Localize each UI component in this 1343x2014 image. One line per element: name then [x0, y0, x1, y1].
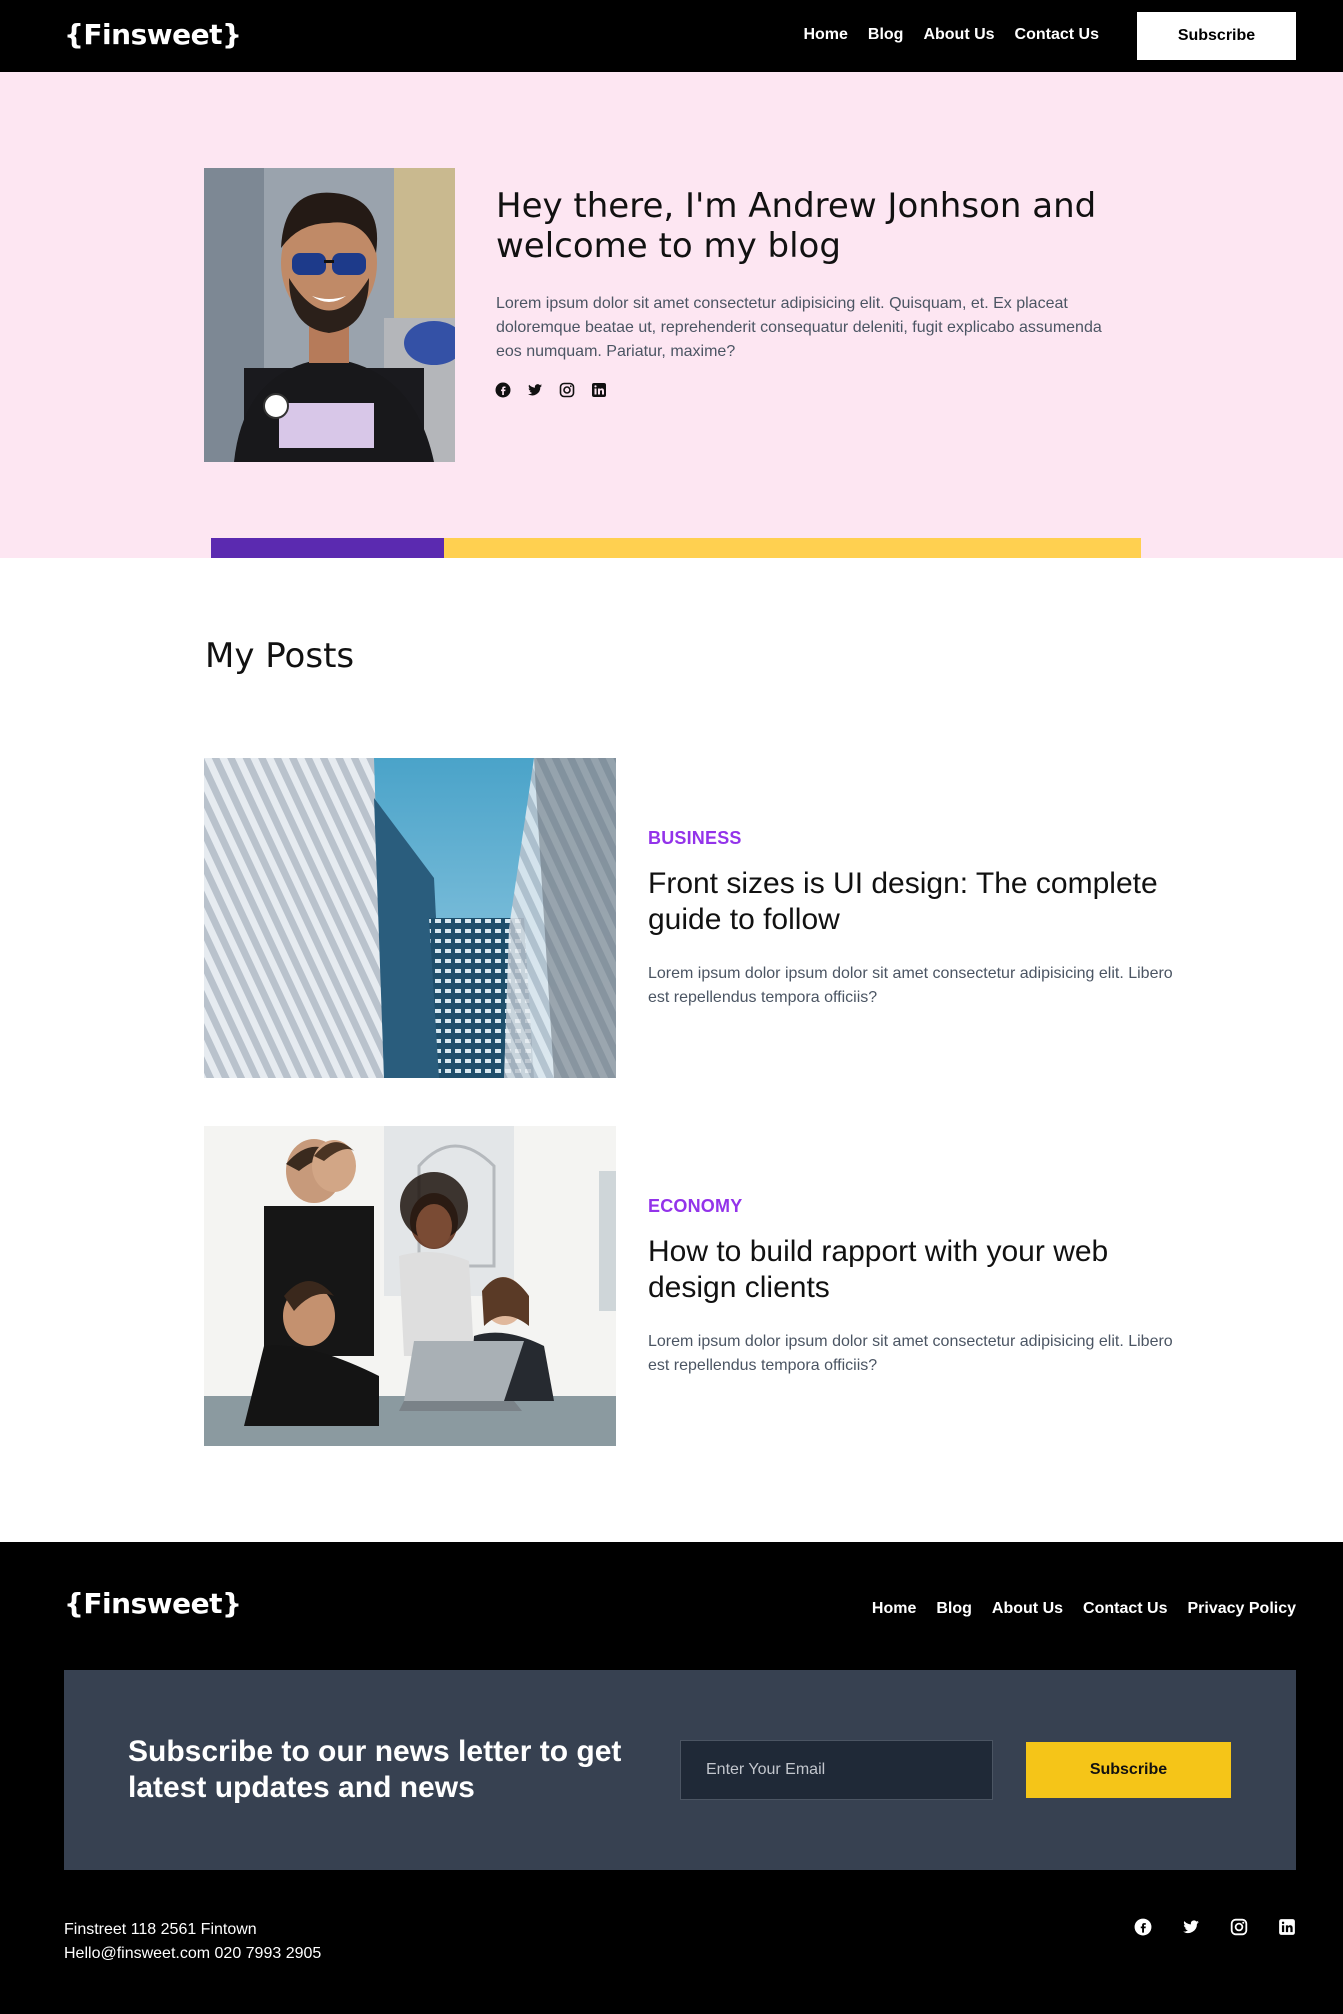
twitter-icon[interactable]: [527, 382, 543, 398]
newsletter-subscribe-button[interactable]: Subscribe: [1026, 1742, 1231, 1798]
newsletter-title: Subscribe to our news letter to get late…: [128, 1735, 622, 1804]
accent-bar-yellow: [444, 538, 1141, 558]
footer-address: Finstreet 118 2561 Fintown: [64, 1921, 257, 1938]
post-title[interactable]: How to build rapport with your web desig…: [648, 1234, 1168, 1306]
post-image[interactable]: [204, 758, 616, 1078]
email-input[interactable]: [680, 1740, 993, 1800]
post-card[interactable]: BUSINESS Front sizes is UI design: The c…: [204, 758, 1173, 1078]
post-title[interactable]: Front sizes is UI design: The complete g…: [648, 866, 1168, 938]
linkedin-icon[interactable]: [1278, 1918, 1296, 1936]
instagram-icon[interactable]: [559, 382, 575, 398]
accent-bar-purple: [211, 538, 444, 558]
footer-socials: [1134, 1918, 1296, 1936]
site-footer: {Finsweet} Home Blog About Us Contact Us…: [0, 1542, 1343, 2014]
nav-about-us[interactable]: About Us: [923, 26, 994, 44]
post-category[interactable]: ECONOMY: [648, 1196, 742, 1217]
logo[interactable]: {Finsweet}: [64, 18, 242, 51]
subscribe-button[interactable]: Subscribe: [1137, 12, 1296, 60]
post-excerpt: Lorem ipsum dolor ipsum dolor sit amet c…: [648, 965, 1173, 1006]
footer-contact: Hello@finsweet.com 020 7993 2905: [64, 1945, 322, 1962]
facebook-icon[interactable]: [495, 382, 511, 398]
linkedin-icon[interactable]: [591, 382, 607, 398]
nav-home[interactable]: Home: [803, 26, 847, 44]
twitter-icon[interactable]: [1182, 1918, 1200, 1936]
post-excerpt: Lorem ipsum dolor ipsum dolor sit amet c…: [648, 1333, 1173, 1374]
footer-nav-home[interactable]: Home: [872, 1600, 916, 1618]
author-photo: [204, 168, 455, 462]
post-image[interactable]: [204, 1126, 616, 1446]
footer-nav-about-us[interactable]: About Us: [992, 1600, 1063, 1618]
newsletter-box: Subscribe to our news letter to get late…: [64, 1670, 1296, 1870]
post-category[interactable]: BUSINESS: [648, 828, 742, 849]
hero-title: Hey there, I'm Andrew Jonhson and welcom…: [496, 186, 1097, 266]
facebook-icon[interactable]: [1134, 1918, 1152, 1936]
nav-blog[interactable]: Blog: [868, 26, 904, 44]
hero-section: Hey there, I'm Andrew Jonhson and welcom…: [0, 72, 1343, 558]
footer-nav-blog[interactable]: Blog: [936, 1600, 972, 1618]
footer-nav: Home Blog About Us Contact Us Privacy Po…: [872, 1600, 1296, 1618]
footer-nav-contact-us[interactable]: Contact Us: [1083, 1600, 1167, 1618]
main-nav: Home Blog About Us Contact Us: [803, 26, 1099, 44]
posts-heading: My Posts: [205, 636, 355, 676]
footer-logo[interactable]: {Finsweet}: [64, 1587, 242, 1620]
hero-description: Lorem ipsum dolor sit amet consectetur a…: [496, 295, 1102, 360]
post-card[interactable]: ECONOMY How to build rapport with your w…: [204, 1126, 1173, 1446]
footer-nav-privacy-policy[interactable]: Privacy Policy: [1187, 1600, 1296, 1618]
site-header: {Finsweet} Home Blog About Us Contact Us…: [0, 0, 1343, 72]
nav-contact-us[interactable]: Contact Us: [1015, 26, 1099, 44]
hero-socials: [495, 382, 607, 398]
instagram-icon[interactable]: [1230, 1918, 1248, 1936]
